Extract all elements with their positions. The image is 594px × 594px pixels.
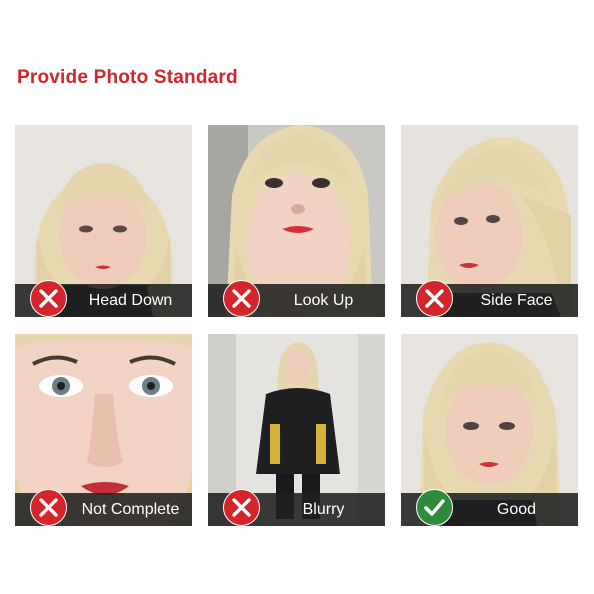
caption-label: Good [496,501,537,518]
caption-bar: Not Complete [15,489,192,526]
x-mark-icon [223,280,260,317]
x-mark-icon [416,280,453,317]
caption-bar: Good [401,489,578,526]
caption-bar: Head Down [15,280,192,317]
x-mark-icon [30,280,67,317]
caption-bar: Side Face [401,280,578,317]
page-title: Provide Photo Standard [17,67,238,88]
photo-card-not-complete: Not Complete [15,334,192,526]
caption-label: Look Up [293,292,354,309]
x-mark-icon [223,489,260,526]
caption-bar: Blurry [208,489,385,526]
caption-bar: Look Up [208,280,385,317]
caption-label: Not Complete [81,501,180,518]
x-mark-icon [30,489,67,526]
check-mark-icon [416,489,453,526]
photo-card-head-down: Head Down [15,125,192,317]
photo-card-good: Good [401,334,578,526]
photo-card-side-face: Side Face [401,125,578,317]
caption-label: Blurry [302,501,345,518]
photo-card-blurry: Blurry [208,334,385,526]
caption-label: Head Down [88,292,173,309]
caption-label: Side Face [480,292,553,309]
photo-card-look-up: Look Up [208,125,385,317]
